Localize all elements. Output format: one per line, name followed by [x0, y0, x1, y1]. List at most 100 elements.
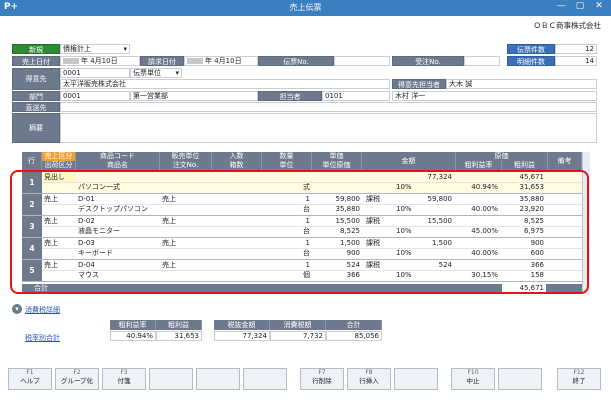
cell-unit[interactable] — [160, 173, 212, 182]
maximize-icon[interactable]: ▢ — [571, 1, 589, 11]
cell-price[interactable] — [312, 173, 362, 182]
cell-cost[interactable]: 900 — [502, 239, 546, 248]
cell-name[interactable]: パソコン一式 — [76, 183, 160, 192]
sales-date-field[interactable]: 年 4月10日 — [60, 56, 140, 66]
col-product-name[interactable]: 商品名 — [76, 161, 160, 170]
cell-unitcost[interactable]: 8,525 — [312, 227, 362, 236]
cell-name[interactable]: 液晶モニター — [76, 227, 160, 236]
customer-staff-field[interactable]: 大木 誠 — [446, 79, 597, 89]
cell-qty[interactable]: 1 — [262, 239, 312, 248]
cell-rate[interactable]: 10% — [394, 227, 424, 236]
fkey-empty-button[interactable] — [394, 368, 438, 390]
cell-unitcost[interactable]: 900 — [312, 249, 362, 258]
cell-unitcost[interactable]: 35,880 — [312, 205, 362, 214]
cell-amount[interactable]: 59,800 — [394, 195, 454, 204]
col-sales-kubun[interactable]: 売上区分 — [42, 152, 76, 161]
cell-price[interactable]: 1,500 — [312, 239, 362, 248]
cell-unit[interactable]: 売上 — [160, 261, 212, 270]
order-no-field[interactable] — [464, 56, 500, 66]
tax-detail-link[interactable]: 消費税詳細 — [25, 305, 60, 315]
cell-amount[interactable]: 524 — [394, 261, 454, 270]
slip-unit-select[interactable]: 伝票単位 ▾ — [130, 68, 182, 78]
close-icon[interactable]: ✕ — [590, 1, 608, 11]
col-sales-unit[interactable]: 販売単位 — [160, 152, 212, 161]
ship-to-field[interactable] — [60, 102, 597, 112]
cell-gpr[interactable]: 30.15% — [456, 271, 500, 280]
cell-cost[interactable]: 366 — [502, 261, 546, 270]
invoice-date-field[interactable]: 年 4月10日 — [184, 56, 258, 66]
cell-kubun[interactable]: 売上 — [42, 195, 76, 204]
cell-unit[interactable]: 売上 — [160, 195, 212, 204]
staff-code-field[interactable]: 0101 — [322, 91, 390, 101]
cell-kubun[interactable]: 売上 — [42, 261, 76, 270]
fkey-empty-button[interactable] — [498, 368, 542, 390]
cell-tax[interactable] — [364, 173, 394, 182]
minimize-icon[interactable]: — — [552, 1, 570, 11]
cell-cost[interactable]: 8,525 — [502, 217, 546, 226]
fkey-f8-button[interactable]: F8 行挿入 — [347, 368, 391, 390]
col-cost[interactable]: 原価 — [456, 152, 548, 161]
table-row[interactable]: 3 売上 D-02 売上 1 15,500 課税 15,500 8,525 液晶モニター台 8,52… — [22, 216, 582, 238]
cell-qty[interactable]: 1 — [262, 261, 312, 270]
table-row[interactable]: 2 売上 D-01 売上 1 59,800 課税 59,800 35,880 デスクトップパソコン… — [22, 194, 582, 216]
cell-cost[interactable]: 35,880 — [502, 195, 546, 204]
cell-unitcost[interactable]: 366 — [312, 271, 362, 280]
cell-amount[interactable]: 77,324 — [394, 173, 454, 182]
cell-unit2[interactable]: 台 — [262, 227, 312, 236]
cell-name[interactable]: マウス — [76, 271, 160, 280]
col-product-code[interactable]: 商品コード — [76, 152, 160, 161]
cell-unitcost[interactable] — [312, 183, 362, 192]
fkey-f7-button[interactable]: F7 行削除 — [300, 368, 344, 390]
col-order-no[interactable]: 注文No. — [160, 161, 212, 170]
cell-unit[interactable]: 売上 — [160, 217, 212, 226]
col-gross-profit[interactable]: 粗利益 — [502, 161, 548, 170]
cell-unit2[interactable]: 個 — [262, 271, 312, 280]
cell-name[interactable]: キーボード — [76, 249, 160, 258]
cell-gpr[interactable]: 40.00% — [456, 249, 500, 258]
fkey-empty-button[interactable] — [149, 368, 193, 390]
cell-name[interactable]: デスクトップパソコン — [76, 205, 160, 214]
col-quantity[interactable]: 数量 — [262, 152, 312, 161]
fkey-f3-button[interactable]: F3 付箋 — [102, 368, 146, 390]
tax-rate-total-link[interactable]: 税率別合計 — [25, 333, 60, 343]
table-row[interactable]: 5 売上 D-04 売上 1 524 課税 524 366 マウス個 366 10% 30.15% 158 — [22, 260, 582, 282]
cell-kubun[interactable]: 見出し — [42, 173, 76, 182]
cell-rate[interactable]: 10% — [394, 249, 424, 258]
col-pack-qty[interactable]: 入数 — [212, 152, 262, 161]
cell-tax[interactable]: 課税 — [364, 217, 394, 226]
customer-name-field[interactable]: 太平洋販売株式会社 — [60, 79, 390, 89]
cell-rate[interactable]: 10% — [394, 183, 424, 192]
cell-gp[interactable]: 31,653 — [502, 183, 546, 192]
cell-kubun[interactable]: 売上 — [42, 239, 76, 248]
chevron-down-icon[interactable]: ▾ — [12, 304, 22, 314]
cell-price[interactable]: 59,800 — [312, 195, 362, 204]
cell-code[interactable] — [76, 173, 160, 182]
col-remarks[interactable]: 備考 — [548, 152, 582, 170]
fkey-empty-button[interactable] — [243, 368, 287, 390]
cell-code[interactable]: D-01 — [76, 195, 160, 204]
col-unit-price[interactable]: 単価 — [312, 152, 362, 161]
cell-gp[interactable]: 600 — [502, 249, 546, 258]
cell-amount[interactable]: 15,500 — [394, 217, 454, 226]
col-unit[interactable]: 単位 — [262, 161, 312, 170]
fkey-empty-button[interactable] — [196, 368, 240, 390]
cell-kubun[interactable]: 売上 — [42, 217, 76, 226]
cell-gpr[interactable]: 40.94% — [456, 183, 500, 192]
cell-price[interactable]: 15,500 — [312, 217, 362, 226]
fkey-f12-button[interactable]: F12 終了 — [557, 368, 601, 390]
cell-amount[interactable]: 1,500 — [394, 239, 454, 248]
col-amount[interactable]: 金額 — [362, 152, 456, 170]
table-row[interactable]: 1 見出し 77,324 45,671 パソコン一式 式 10% 40.94% 31,653 — [22, 172, 582, 194]
cell-cost[interactable]: 45,671 — [502, 173, 546, 182]
cell-price[interactable]: 524 — [312, 261, 362, 270]
cell-code[interactable]: D-02 — [76, 217, 160, 226]
cell-tax[interactable]: 課税 — [364, 261, 394, 270]
cell-code[interactable]: D-04 — [76, 261, 160, 270]
cell-gp[interactable]: 6,975 — [502, 227, 546, 236]
cell-unit2[interactable]: 台 — [262, 249, 312, 258]
col-box-count[interactable]: 箱数 — [212, 161, 262, 170]
fkey-f10-button[interactable]: F10 中止 — [451, 368, 495, 390]
cell-gp[interactable]: 158 — [502, 271, 546, 280]
slip-no-field[interactable] — [334, 56, 390, 66]
cell-unit2[interactable]: 式 — [262, 183, 312, 192]
